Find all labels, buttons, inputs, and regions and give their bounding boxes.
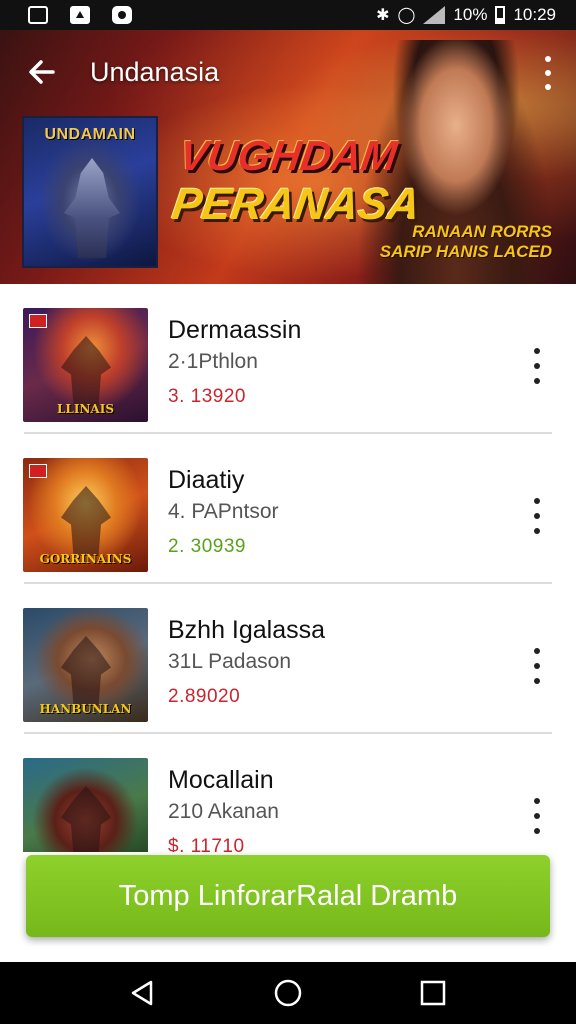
more-dot bbox=[534, 348, 540, 354]
overflow-dot bbox=[545, 84, 551, 90]
item-price: 2.89020 bbox=[168, 686, 241, 707]
more-options-button[interactable] bbox=[532, 498, 542, 534]
status-bar: ✱ ◯ 10% 10:29 bbox=[0, 0, 576, 30]
overflow-menu-button[interactable] bbox=[540, 56, 556, 90]
character-figure bbox=[61, 336, 111, 406]
circle-home-icon bbox=[274, 979, 302, 1007]
badge-icon bbox=[29, 464, 47, 478]
camera-notification-icon bbox=[112, 6, 132, 24]
banner-title: VUGHDAM PERANASA bbox=[169, 132, 423, 229]
back-button[interactable] bbox=[22, 52, 62, 92]
alarm-icon: ◯ bbox=[397, 7, 416, 24]
list-item[interactable]: LLINAIS Dermaassin 2·1Pthlon 3. 13920 bbox=[0, 284, 576, 434]
square-recents-icon bbox=[421, 980, 446, 1006]
more-dot bbox=[534, 378, 540, 384]
system-status: ✱ ◯ 10% 10:29 bbox=[376, 5, 556, 25]
triangle-back-icon bbox=[131, 980, 152, 1006]
more-options-button[interactable] bbox=[532, 348, 542, 384]
item-subtitle: 2·1Pthlon bbox=[168, 350, 258, 373]
list-item[interactable]: HANBUNLAN Bzhh Igalassa 31L Padason 2.89… bbox=[0, 584, 576, 734]
item-subtitle: 210 Akanan bbox=[168, 800, 279, 823]
character-figure bbox=[61, 786, 111, 856]
item-price: 2. 30939 bbox=[168, 536, 246, 557]
back-arrow-icon bbox=[29, 60, 55, 84]
thumbnail-caption: LLINAIS bbox=[56, 402, 115, 416]
more-dot bbox=[534, 363, 540, 369]
overflow-dot bbox=[545, 56, 551, 62]
character-figure bbox=[61, 486, 111, 556]
header-banner: Undanasia UNDAMAIN VUGHDAM PERANASA RANA… bbox=[0, 30, 576, 284]
nav-back-button[interactable] bbox=[123, 973, 163, 1013]
thumbnail-caption: HANBUNLAN bbox=[39, 702, 132, 716]
game-thumbnail: LLINAIS bbox=[23, 308, 148, 422]
nav-home-button[interactable] bbox=[268, 973, 308, 1013]
more-dot bbox=[534, 648, 540, 654]
item-subtitle: 31L Padason bbox=[168, 650, 291, 673]
item-name: Diaatiy bbox=[168, 466, 245, 494]
notification-icons bbox=[28, 6, 132, 24]
image-notification-icon bbox=[70, 6, 90, 24]
bluetooth-icon: ✱ bbox=[376, 7, 390, 24]
banner-subtitle-line2: SARIP HANIS LACED bbox=[379, 242, 552, 262]
game-thumbnail: HANBUNLAN bbox=[23, 608, 148, 722]
more-dot bbox=[534, 498, 540, 504]
knight-figure bbox=[64, 158, 120, 258]
game-list: LLINAIS Dermaassin 2·1Pthlon 3. 13920 GO… bbox=[0, 284, 576, 884]
more-dot bbox=[534, 513, 540, 519]
more-options-button[interactable] bbox=[532, 648, 542, 684]
item-price: 3. 13920 bbox=[168, 386, 246, 407]
page-title: Undanasia bbox=[90, 56, 220, 87]
nav-recents-button[interactable] bbox=[413, 973, 453, 1013]
system-nav-bar bbox=[0, 962, 576, 1024]
more-dot bbox=[534, 678, 540, 684]
overflow-dot bbox=[545, 70, 551, 76]
battery-icon bbox=[495, 6, 506, 24]
badge-icon bbox=[29, 314, 47, 328]
game-cover-art[interactable]: UNDAMAIN bbox=[22, 116, 158, 268]
battery-percent: 10% bbox=[453, 5, 488, 24]
list-item[interactable]: GORRINAINS Diaatiy 4. PAPntsor 2. 30939 bbox=[0, 434, 576, 584]
item-subtitle: 4. PAPntsor bbox=[168, 500, 279, 523]
primary-action-button[interactable]: Tomp LinforarRalal Dramb bbox=[26, 855, 550, 937]
game-thumbnail: GORRINAINS bbox=[23, 458, 148, 572]
notification-icon bbox=[28, 6, 48, 24]
item-name: Bzhh Igalassa bbox=[168, 616, 326, 644]
more-options-button[interactable] bbox=[532, 798, 542, 834]
banner-title-line1: VUGHDAM bbox=[176, 132, 400, 179]
more-dot bbox=[534, 663, 540, 669]
character-figure bbox=[61, 636, 111, 706]
more-dot bbox=[534, 828, 540, 834]
more-dot bbox=[534, 813, 540, 819]
banner-subtitle: RANAAN RORRS SARIP HANIS LACED bbox=[380, 222, 552, 263]
banner-subtitle-line1: RANAAN RORRS bbox=[412, 222, 552, 241]
clock: 10:29 bbox=[513, 5, 556, 24]
item-name: Mocallain bbox=[168, 766, 274, 794]
app-bar: Undanasia bbox=[0, 30, 576, 114]
more-dot bbox=[534, 528, 540, 534]
cover-label: UNDAMAIN bbox=[44, 126, 136, 143]
signal-icon bbox=[423, 6, 446, 24]
more-dot bbox=[534, 798, 540, 804]
thumbnail-caption: GORRINAINS bbox=[39, 552, 132, 566]
item-name: Dermaassin bbox=[168, 316, 302, 344]
